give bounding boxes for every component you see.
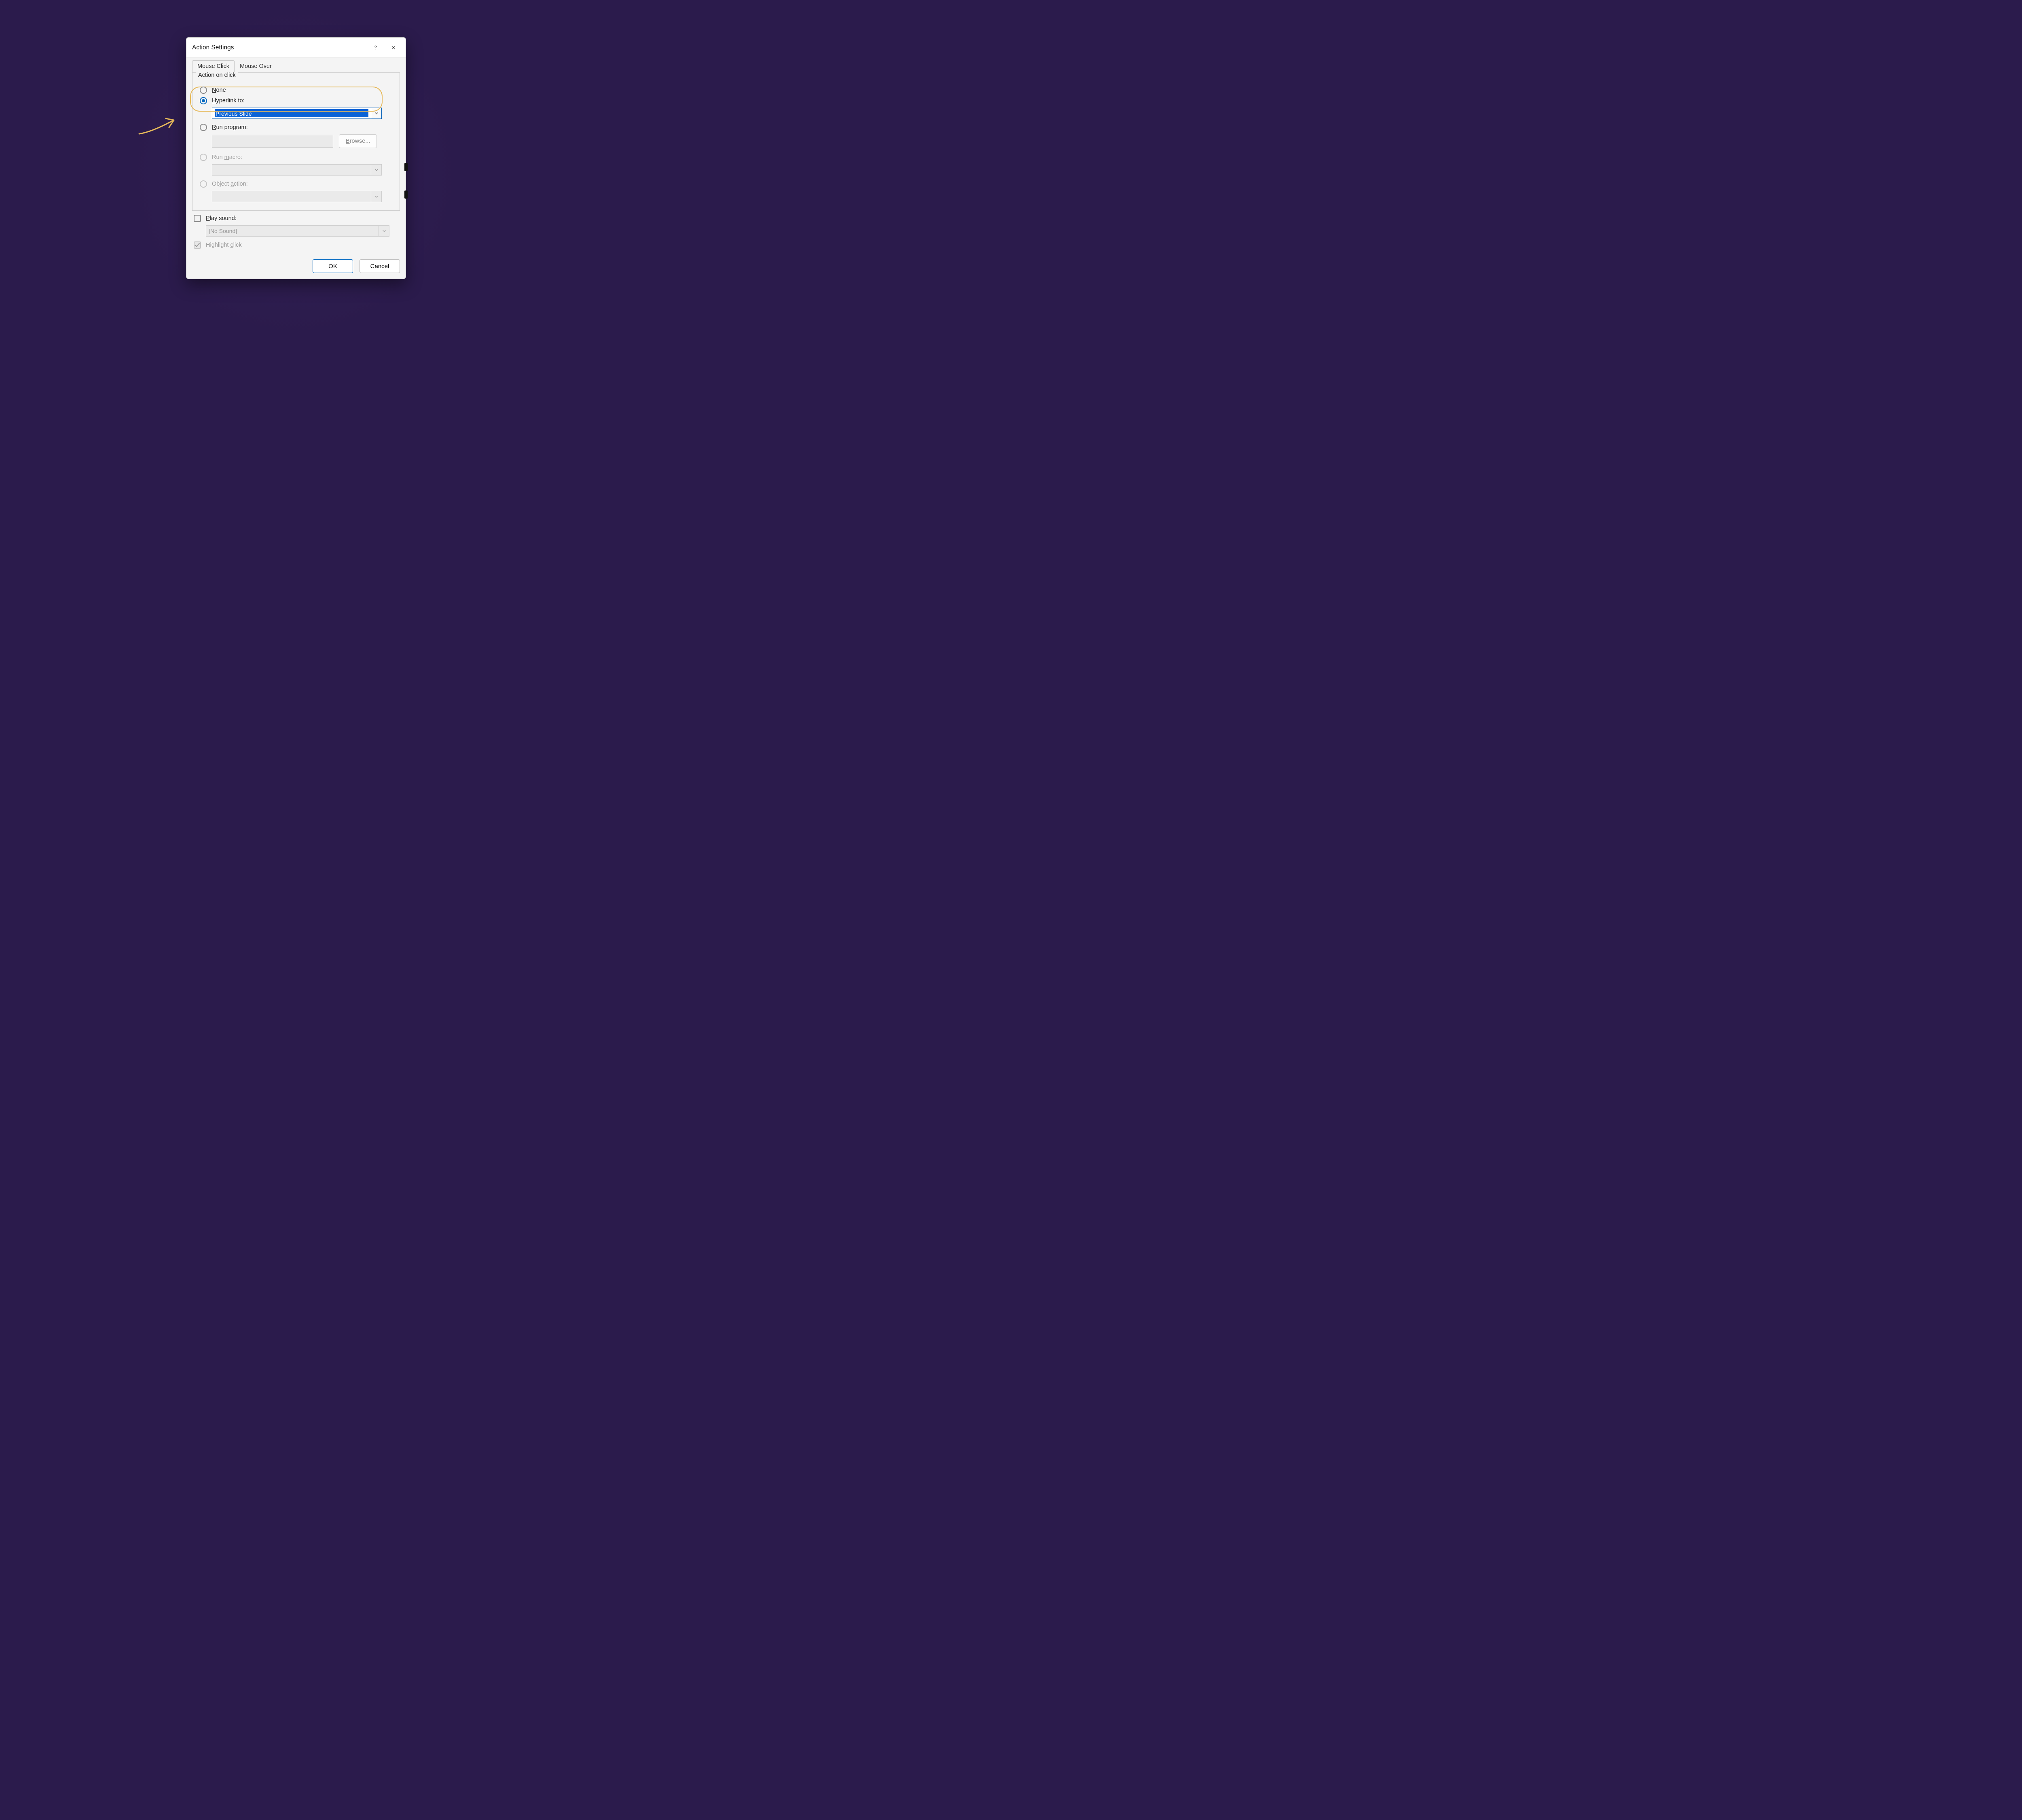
chevron-down-icon: [374, 168, 379, 172]
help-icon: [372, 44, 379, 51]
tab-strip: Mouse Click Mouse Over: [192, 57, 400, 72]
option-hyperlink-row[interactable]: Hyperlink to:: [200, 97, 392, 104]
play-sound-row[interactable]: Play sound:: [194, 215, 398, 222]
browse-button[interactable]: Browse...: [339, 134, 377, 148]
highlight-click-checkbox: [194, 241, 201, 249]
run-macro-combo: [212, 164, 382, 176]
close-button[interactable]: [385, 42, 402, 54]
hyperlink-combo-button[interactable]: [371, 108, 382, 119]
chevron-down-icon: [374, 111, 379, 115]
radio-run-program[interactable]: [200, 124, 207, 131]
option-none-label: None: [212, 87, 226, 93]
highlight-click-label: Highlight click: [206, 242, 242, 248]
run-macro-combo-field: [212, 164, 371, 176]
option-object-action-label: Object action:: [212, 181, 248, 187]
radio-none[interactable]: [200, 87, 207, 94]
tab-mouse-click[interactable]: Mouse Click: [192, 60, 235, 73]
object-action-combo-button: [371, 191, 382, 202]
action-on-click-group: Action on click None Hyperlink to: Previ…: [192, 72, 400, 211]
highlight-click-row: Highlight click: [194, 241, 398, 249]
help-button[interactable]: [367, 42, 385, 54]
annotation-arrow: [137, 114, 178, 139]
radio-hyperlink[interactable]: [200, 97, 207, 104]
option-run-program-label: Run program:: [212, 124, 248, 131]
chevron-down-icon: [374, 195, 379, 199]
play-sound-label: Play sound:: [206, 215, 237, 222]
option-run-macro-row: Run macro:: [200, 154, 392, 161]
cancel-button[interactable]: Cancel: [360, 259, 400, 273]
tab-mouse-over[interactable]: Mouse Over: [235, 60, 277, 73]
play-sound-combo: [No Sound]: [206, 225, 389, 237]
action-settings-dialog: Action Settings Mouse Click Mouse Over A…: [186, 37, 406, 279]
radio-object-action: [200, 180, 207, 188]
background-edge-marks: [404, 163, 408, 218]
option-hyperlink-label: Hyperlink to:: [212, 97, 245, 104]
object-action-combo: [212, 191, 382, 202]
play-sound-checkbox[interactable]: [194, 215, 201, 222]
dialog-footer: OK Cancel: [192, 252, 400, 273]
close-icon: [390, 44, 397, 51]
run-macro-combo-button: [371, 164, 382, 176]
hyperlink-combo-field[interactable]: Previous Slide: [212, 108, 371, 119]
option-none-row[interactable]: None: [200, 87, 392, 94]
dialog-titlebar: Action Settings: [186, 38, 406, 57]
play-sound-combo-button: [379, 225, 389, 237]
play-sound-combo-field: [No Sound]: [206, 225, 379, 237]
option-run-program-row[interactable]: Run program:: [200, 124, 392, 131]
run-program-field: [212, 135, 333, 148]
hyperlink-combo[interactable]: Previous Slide: [212, 108, 382, 119]
object-action-combo-field: [212, 191, 371, 202]
group-legend: Action on click: [196, 72, 238, 78]
chevron-down-icon: [382, 229, 386, 233]
option-object-action-row: Object action:: [200, 180, 392, 188]
dialog-title: Action Settings: [192, 44, 367, 51]
option-run-macro-label: Run macro:: [212, 154, 242, 161]
ok-button[interactable]: OK: [313, 259, 353, 273]
radio-run-macro: [200, 154, 207, 161]
